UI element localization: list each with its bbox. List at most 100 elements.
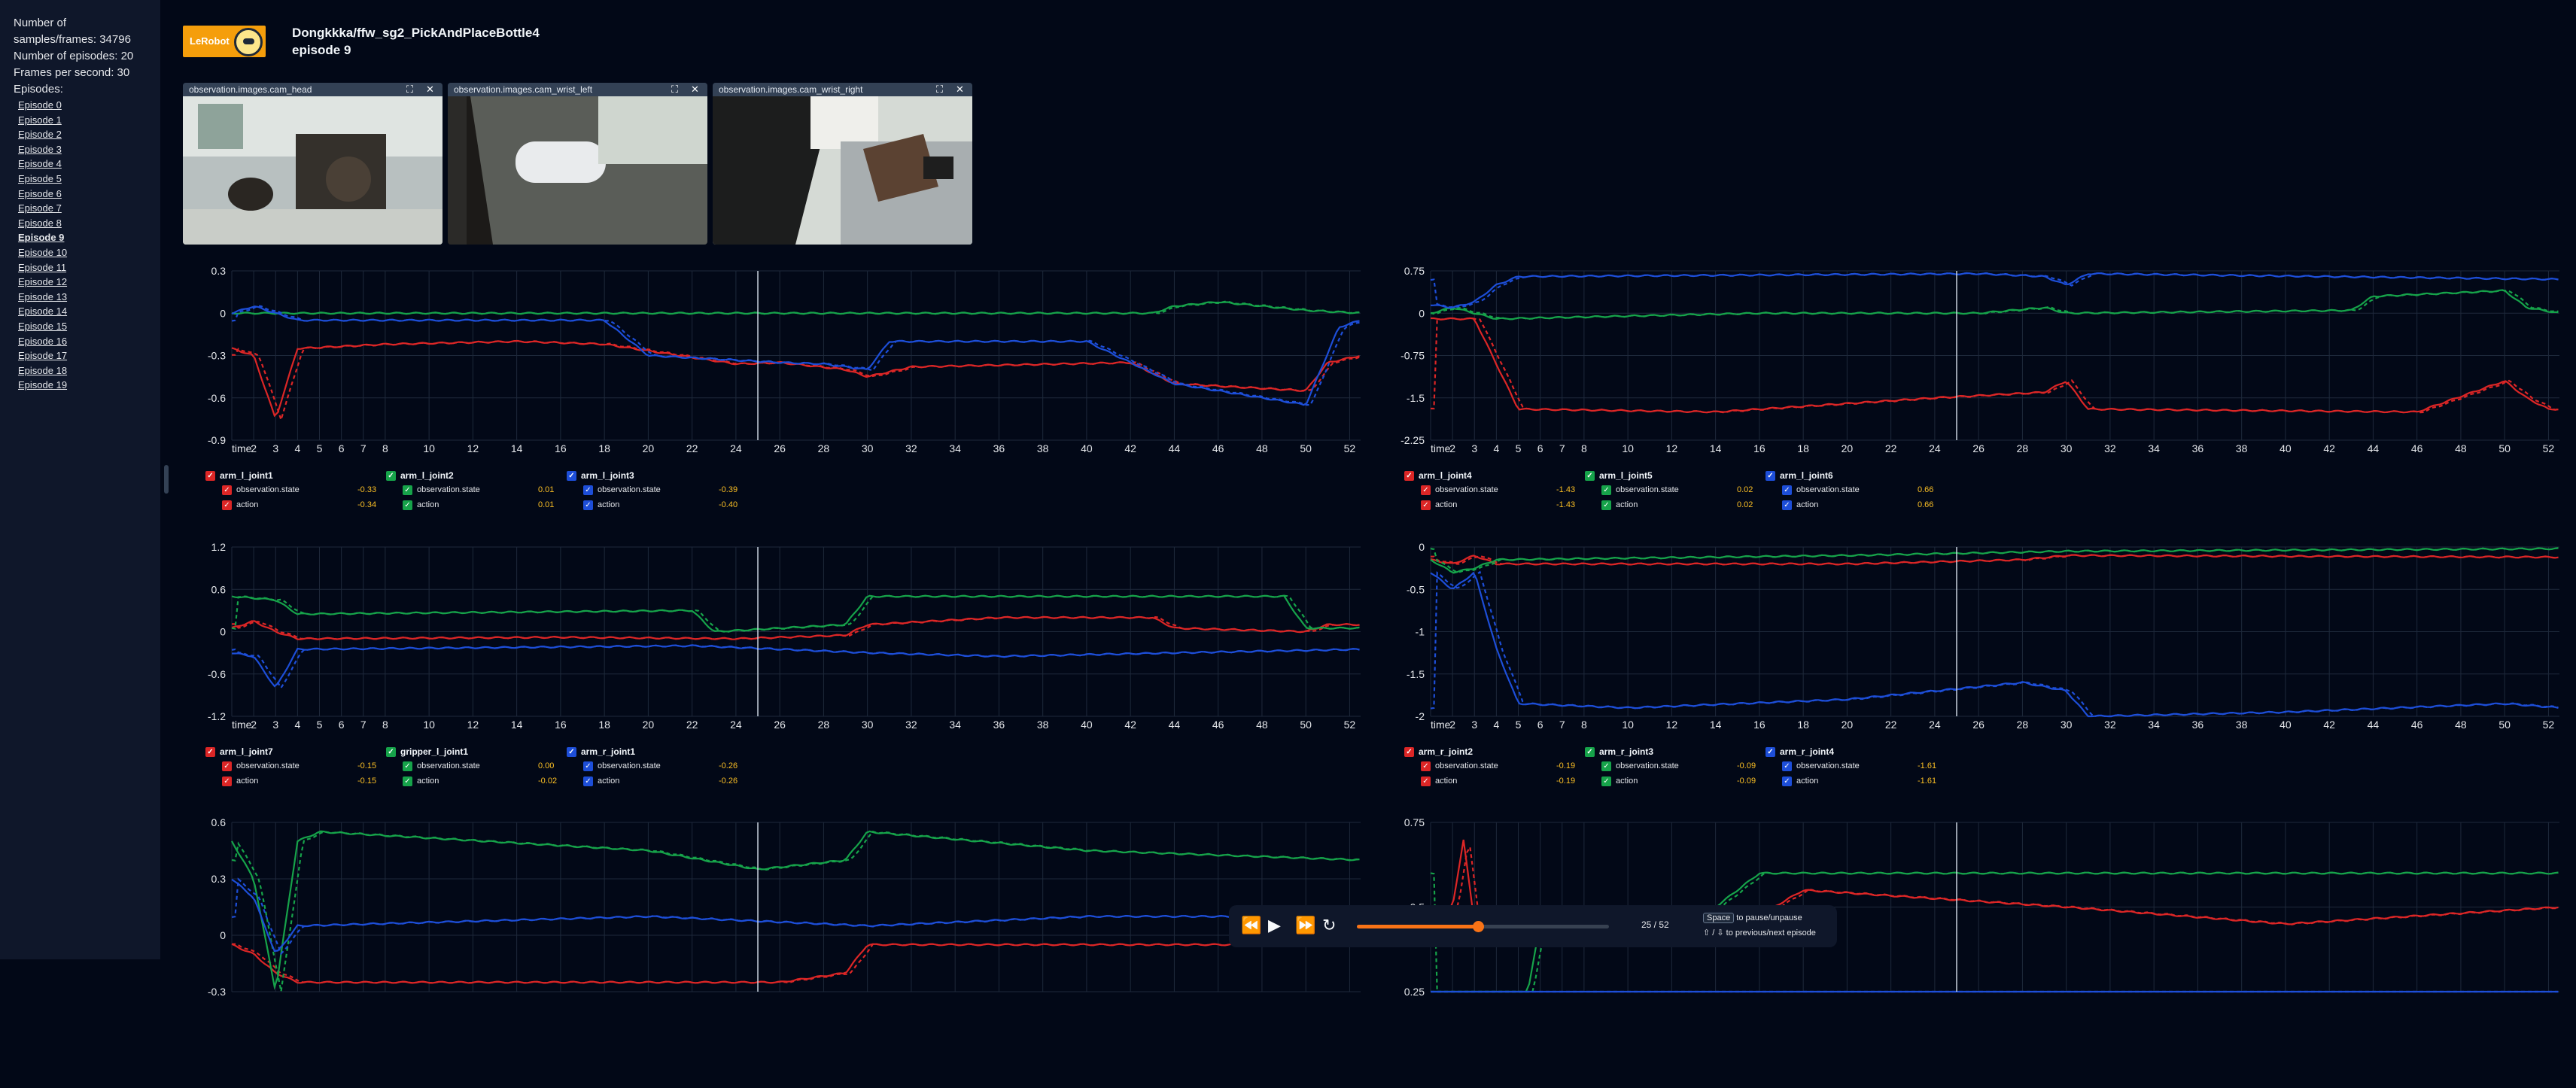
lerobot-logo[interactable]: LeRobot: [183, 26, 266, 57]
episode-link[interactable]: Episode 17: [18, 348, 147, 363]
close-icon[interactable]: ✕: [691, 83, 699, 96]
action-checkbox[interactable]: ✓: [1421, 500, 1431, 510]
x-tick-label: 46: [2411, 719, 2423, 731]
state-checkbox[interactable]: ✓: [1421, 485, 1431, 495]
x-tick-label: 48: [2455, 442, 2467, 454]
action-checkbox[interactable]: ✓: [583, 776, 593, 786]
episode-link[interactable]: Episode 14: [18, 304, 147, 319]
close-icon[interactable]: ✕: [956, 83, 964, 96]
y-tick-label: 0.6: [211, 583, 227, 595]
state-checkbox[interactable]: ✓: [222, 485, 232, 495]
episode-link[interactable]: Episode 19: [18, 378, 147, 393]
action-checkbox[interactable]: ✓: [1782, 500, 1792, 510]
episode-link[interactable]: Episode 5: [18, 172, 147, 187]
episode-link[interactable]: Episode 9: [18, 230, 147, 245]
series-checkbox[interactable]: ✓: [1404, 470, 1414, 481]
state-checkbox[interactable]: ✓: [1601, 761, 1611, 771]
episode-link[interactable]: Episode 12: [18, 275, 147, 290]
state-label: observation.state: [1435, 761, 1498, 770]
x-tick-label: 28: [2017, 719, 2029, 731]
fullscreen-icon[interactable]: ⛶: [406, 83, 413, 96]
episode-link[interactable]: Episode 16: [18, 334, 147, 349]
joint-plot[interactable]: 0.750.50.25: [1382, 817, 2567, 1088]
series-checkbox[interactable]: ✓: [567, 746, 576, 757]
episode-link[interactable]: Episode 15: [18, 319, 147, 334]
state-checkbox[interactable]: ✓: [583, 761, 593, 771]
state-checkbox[interactable]: ✓: [1601, 485, 1611, 495]
action-checkbox[interactable]: ✓: [583, 500, 593, 510]
plot-svg: 1.20.60-0.6-1.22 3 4 5 6 7 8 10 12 14 16 18 20 22 24 26…: [208, 542, 1361, 731]
action-label: action: [1435, 500, 1458, 509]
x-tick-label: 26: [774, 719, 786, 731]
fullscreen-icon[interactable]: ⛶: [936, 83, 943, 96]
x-tick-label: 7: [360, 719, 366, 731]
state-checkbox[interactable]: ✓: [403, 485, 412, 495]
state-checkbox[interactable]: ✓: [1782, 761, 1792, 771]
action-checkbox[interactable]: ✓: [222, 776, 232, 786]
x-tick-label: 48: [1256, 442, 1268, 454]
series-checkbox[interactable]: ✓: [386, 470, 396, 481]
state-value: -1.43: [1556, 485, 1576, 494]
series-checkbox[interactable]: ✓: [1765, 746, 1775, 757]
state-checkbox[interactable]: ✓: [583, 485, 593, 495]
x-tick-label: 32: [2104, 719, 2116, 731]
joint-plot[interactable]: 0.6 0.3 0 -0.3: [183, 817, 1368, 1088]
episode-link[interactable]: Episode 11: [18, 260, 147, 275]
episode-link[interactable]: Episode 18: [18, 363, 147, 378]
joint-name: arm_l_joint7: [220, 746, 273, 757]
state-checkbox[interactable]: ✓: [1782, 485, 1792, 495]
action-checkbox[interactable]: ✓: [1601, 500, 1611, 510]
joint-plot[interactable]: 0.75 0 -0.75 -1.5 -2.25 2 3 4 5 6 7 8 10 12 14 16 18 20 22…: [1382, 266, 2567, 536]
restart-icon[interactable]: ↻: [1322, 916, 1336, 935]
action-checkbox[interactable]: ✓: [403, 776, 412, 786]
action-checkbox[interactable]: ✓: [403, 500, 412, 510]
episode-link[interactable]: Episode 7: [18, 201, 147, 216]
episode-link[interactable]: Episode 6: [18, 187, 147, 202]
action-checkbox[interactable]: ✓: [1782, 776, 1792, 786]
action-checkbox[interactable]: ✓: [1601, 776, 1611, 786]
x-tick-label: 38: [2236, 442, 2248, 454]
fast-forward-icon[interactable]: ⏩: [1295, 916, 1315, 935]
x-tick-label: 42: [1124, 719, 1136, 731]
episode-link[interactable]: Episode 1: [18, 113, 147, 128]
episode-link[interactable]: Episode 3: [18, 142, 147, 157]
series-checkbox[interactable]: ✓: [386, 746, 396, 757]
series-checkbox[interactable]: ✓: [1765, 470, 1775, 481]
x-tick-label: 6: [1537, 442, 1543, 454]
episode-link[interactable]: Episode 8: [18, 216, 147, 231]
x-tick-label: 8: [382, 719, 388, 731]
series-checkbox[interactable]: ✓: [1585, 746, 1595, 757]
x-tick-label: 24: [1929, 719, 1941, 731]
episode-link[interactable]: Episode 2: [18, 127, 147, 142]
close-icon[interactable]: ✕: [426, 83, 434, 96]
timeline-thumb[interactable]: [1472, 921, 1484, 932]
action-checkbox[interactable]: ✓: [1421, 776, 1431, 786]
series-checkbox[interactable]: ✓: [205, 746, 215, 757]
episode-link[interactable]: Episode 10: [18, 245, 147, 260]
x-tick-label: 38: [2236, 719, 2248, 731]
state-value: -0.26: [719, 761, 738, 770]
episode-link[interactable]: Episode 0: [18, 98, 147, 113]
x-tick-label: 4: [1493, 442, 1499, 454]
state-checkbox[interactable]: ✓: [403, 761, 412, 771]
fullscreen-icon[interactable]: ⛶: [671, 83, 678, 96]
state-checkbox[interactable]: ✓: [222, 761, 232, 771]
series-checkbox[interactable]: ✓: [567, 470, 576, 481]
legend-group: ✓ arm_l_joint2 ✓ observation.state 0.01 ✓ acti…: [386, 469, 567, 512]
series-checkbox[interactable]: ✓: [205, 470, 215, 481]
series-checkbox[interactable]: ✓: [1404, 746, 1414, 757]
joint-plot[interactable]: 0 -0.5 -1 -1.5 -2 2 3 4 5 6 7 8 10 12 14 16 18 20 22 24 26 28…: [1382, 542, 2567, 813]
play-icon[interactable]: ▶: [1268, 916, 1281, 935]
joint-plot[interactable]: 1.2 0.6 0 -0.6 -1.2 2 3 4 5 6 7 8 10 12 14 16 18 20 22 24 26…: [183, 542, 1368, 813]
timeline-slider[interactable]: [1357, 921, 1609, 932]
state-checkbox[interactable]: ✓: [1421, 761, 1431, 771]
x-tick-label: 20: [643, 719, 655, 731]
rewind-icon[interactable]: ⏪: [1241, 916, 1261, 935]
joint-plot[interactable]: 0.3 0 -0.3 -0.6 -0.9 2 3 4 5 6 7 8 10 12 14 16 18 20 22 24 2…: [183, 266, 1368, 536]
joint-name: arm_l_joint2: [400, 470, 454, 481]
action-label: action: [236, 776, 259, 786]
action-checkbox[interactable]: ✓: [222, 500, 232, 510]
episode-link[interactable]: Episode 13: [18, 290, 147, 305]
series-checkbox[interactable]: ✓: [1585, 470, 1595, 481]
episode-link[interactable]: Episode 4: [18, 157, 147, 172]
